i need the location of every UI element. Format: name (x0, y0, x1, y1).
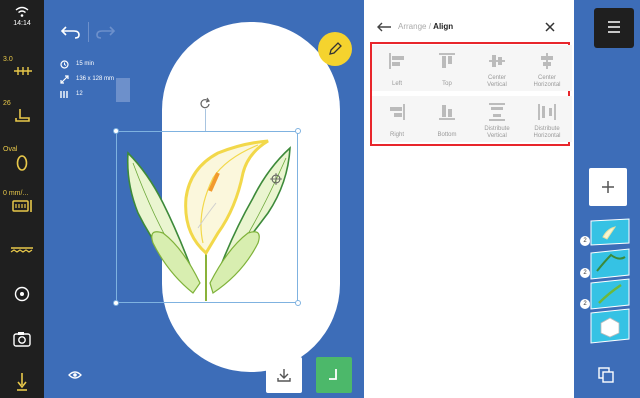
center-horizontal-icon (541, 53, 553, 69)
center-vertical-label: Center Vertical (487, 75, 507, 88)
edit-button[interactable] (318, 32, 352, 66)
export-button[interactable] (266, 357, 302, 393)
design-size: 136 x 128 mm (76, 76, 115, 82)
layer-thumbnails (590, 218, 630, 344)
stitch-out-button[interactable] (316, 357, 352, 393)
speed-value: 0 mm/... (3, 190, 29, 197)
clock-time: 14:14 (13, 20, 31, 27)
distribute-vertical-label: Distribute Vertical (484, 126, 510, 139)
thread-tension-icon[interactable] (10, 244, 34, 256)
resize-icon (60, 75, 69, 84)
align-bottom-icon (439, 105, 455, 120)
camera-icon[interactable] (12, 330, 32, 348)
hamburger-icon (608, 21, 620, 33)
plus-icon (602, 181, 614, 193)
align-top-button[interactable]: Top (422, 45, 472, 91)
clock-icon (60, 60, 69, 69)
breadcrumb-parent[interactable]: Arrange (398, 22, 426, 31)
close-icon[interactable] (544, 21, 556, 33)
distribute-vertical-icon (489, 103, 505, 121)
center-vertical-button[interactable]: Center Vertical (472, 45, 522, 91)
align-right-label: Right (389, 132, 404, 138)
redo-icon[interactable] (94, 24, 116, 40)
layer-badge: 2 (580, 299, 590, 309)
eye-icon[interactable] (68, 370, 82, 380)
layer-badge: 2 (580, 268, 590, 278)
back-arrow-icon[interactable] (376, 21, 392, 33)
hoop-value: Oval (3, 146, 18, 153)
color-count-icon (60, 91, 68, 98)
presser-foot-value: 26 (3, 100, 11, 107)
wifi-icon (15, 6, 29, 17)
rotate-connector (205, 109, 206, 131)
color-count: 12 (76, 91, 83, 97)
dialog-breadcrumb: Arrange / Align (398, 22, 453, 31)
menu-button[interactable] (594, 8, 634, 48)
calla-lily-design[interactable] (118, 133, 296, 301)
status-sidebar: 14:14 3.0 26 Oval 0 mm/... (0, 0, 44, 398)
distribute-horizontal-icon (538, 104, 556, 120)
distribute-horizontal-label: Distribute Horizontal (533, 126, 561, 139)
align-right-button[interactable]: Right (372, 96, 422, 142)
add-button[interactable] (589, 168, 627, 206)
duplicate-icon[interactable] (598, 367, 614, 383)
breadcrumb-separator: / (428, 22, 431, 31)
layer-badge: 2 (580, 236, 590, 246)
undo-redo-divider (88, 22, 89, 42)
embroidery-canvas[interactable]: 15 min 136 x 128 mm 12 (44, 0, 364, 398)
center-vertical-icon (489, 55, 505, 67)
align-bottom-label: Bottom (437, 132, 457, 138)
hoop-icon[interactable] (15, 154, 29, 172)
speed-icon[interactable] (11, 198, 35, 214)
rotate-handle-icon[interactable] (199, 97, 211, 109)
align-bottom-button[interactable]: Bottom (422, 96, 472, 142)
center-horizontal-label: Center Horizontal (533, 75, 561, 88)
align-top-icon (439, 53, 455, 68)
design-time: 15 min (76, 61, 95, 67)
dialog-title: Align (433, 22, 454, 31)
align-left-icon (389, 53, 404, 69)
align-dialog: Arrange / Align Left Top Center Vertical… (364, 0, 574, 398)
align-left-label: Left (391, 81, 402, 87)
center-horizontal-button[interactable]: Center Horizontal (522, 45, 572, 91)
bobbin-icon[interactable] (13, 285, 31, 303)
align-left-button[interactable]: Left (372, 45, 422, 91)
needle-position-icon[interactable] (15, 372, 29, 392)
layer-stack: 2 2 2 (580, 215, 633, 349)
undo-icon[interactable] (60, 24, 82, 40)
stitch-out-icon (329, 369, 337, 380)
distribute-horizontal-button[interactable]: Distribute Horizontal (522, 96, 572, 142)
stitch-length-value: 3.0 (3, 56, 13, 63)
stitch-length-icon[interactable] (12, 64, 34, 78)
presser-foot-icon[interactable] (13, 108, 33, 124)
distribute-vertical-button[interactable]: Distribute Vertical (472, 96, 522, 142)
overlay-marker (116, 78, 130, 102)
crosshair-icon (270, 173, 282, 185)
pencil-icon (329, 42, 342, 55)
align-top-label: Top (442, 81, 452, 87)
download-icon (277, 369, 291, 382)
align-right-icon (390, 104, 405, 120)
